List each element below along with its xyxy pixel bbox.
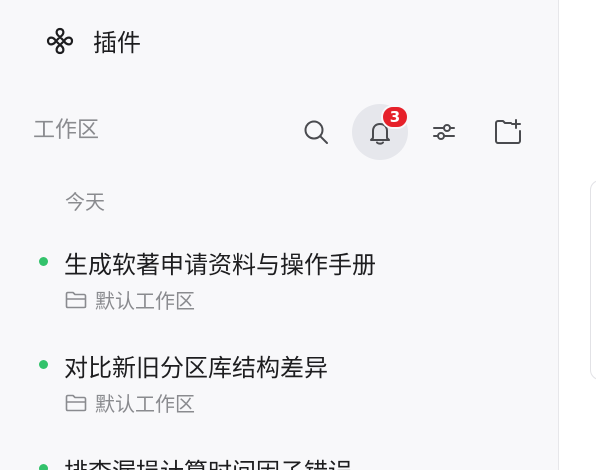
content-card-edge bbox=[590, 180, 596, 380]
folder-icon bbox=[65, 394, 87, 411]
search-icon bbox=[304, 120, 328, 144]
task-workspace: 默认工作区 bbox=[95, 289, 195, 313]
status-dot bbox=[39, 257, 48, 266]
task-workspace: 默认工作区 bbox=[95, 392, 195, 416]
new-folder-button[interactable] bbox=[480, 104, 536, 160]
filter-button[interactable] bbox=[416, 104, 472, 160]
status-dot bbox=[39, 360, 48, 369]
plugin-icon bbox=[46, 27, 74, 54]
notifications-button[interactable]: 3 bbox=[352, 104, 409, 160]
task-meta: 默认工作区 bbox=[65, 388, 195, 417]
folder-icon bbox=[65, 291, 87, 308]
filter-sliders-icon bbox=[433, 124, 455, 140]
task-title: 生成软著申请资料与操作手册 bbox=[64, 251, 376, 279]
section-today-label: 今天 bbox=[65, 190, 105, 214]
notification-count-badge: 3 bbox=[381, 105, 409, 129]
task-title: 对比新旧分区库结构差异 bbox=[64, 354, 328, 382]
plugins-label: 插件 bbox=[93, 29, 141, 57]
workspace-header: 工作区 bbox=[33, 118, 100, 143]
task-title: 排查漏损计算时间因子错误 bbox=[64, 452, 352, 470]
status-dot bbox=[39, 464, 48, 470]
search-button[interactable] bbox=[288, 104, 344, 160]
sidebar: 插件 工作区 3 今天 生成软著申请资料与操作手册 默认工作区 对比新旧分区库结… bbox=[0, 0, 559, 470]
new-folder-icon bbox=[495, 119, 521, 144]
task-meta: 默认工作区 bbox=[65, 285, 195, 314]
plugins-nav-item[interactable]: 插件 bbox=[44, 23, 141, 58]
